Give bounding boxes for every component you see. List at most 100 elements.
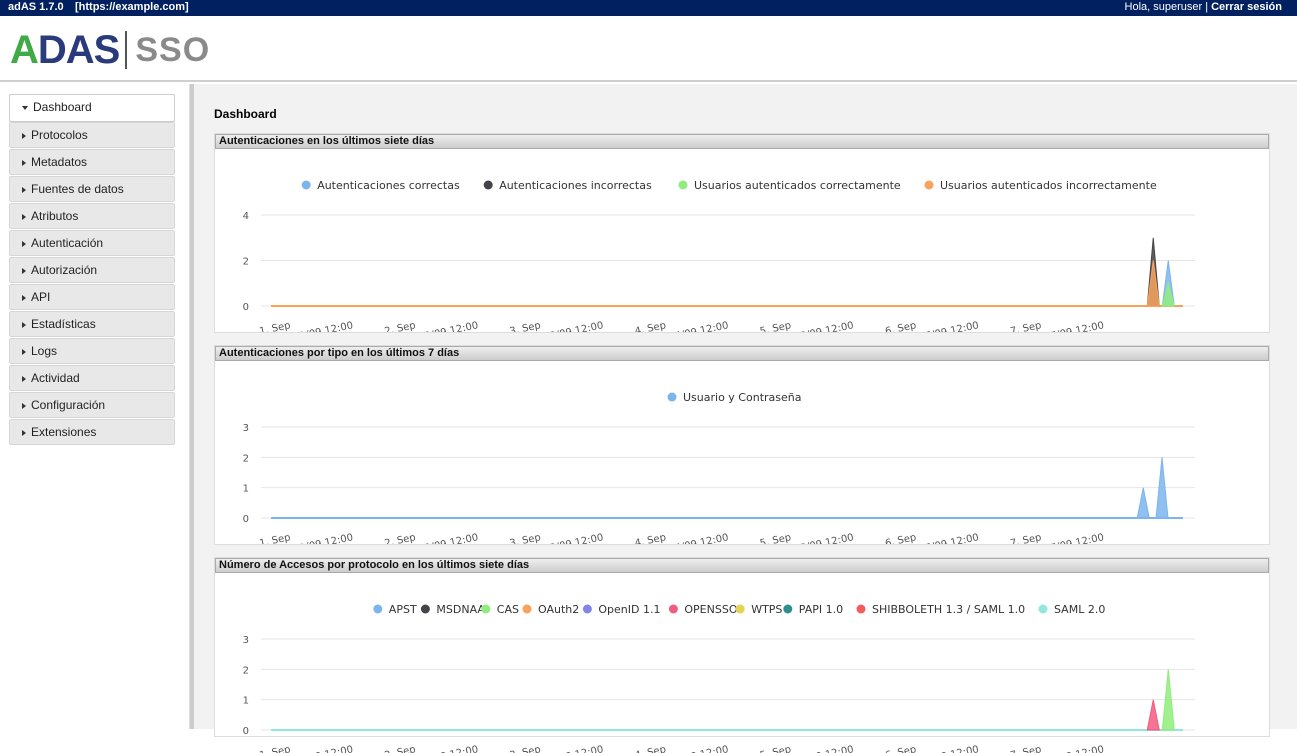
- chart-auth-by-type: 0 1 2 3 Usuario y Contraseña 1. Sep 1/09 12:00…: [243, 387, 1195, 544]
- legend-item[interactable]: WTPS: [751, 603, 782, 616]
- x-tick-label: 1. Sep: [258, 744, 291, 753]
- site-url: [https://example.com]: [75, 1, 189, 13]
- x-tick-label: 7/09 12:00: [1050, 532, 1106, 544]
- sidebar-item-label: Metadatos: [31, 155, 88, 169]
- sidebar-item-actividad[interactable]: Actividad: [9, 365, 175, 391]
- logout-link[interactable]: Cerrar sesión: [1211, 1, 1282, 13]
- x-tick-label: 7/09 12:00: [1050, 320, 1106, 332]
- sidebar-item-autorizacion[interactable]: Autorización: [9, 257, 175, 283]
- sidebar-item-label: Fuentes de datos: [31, 182, 124, 196]
- x-tick-label: 2. Sep: [384, 320, 417, 332]
- legend-item[interactable]: MSDNAA: [436, 603, 485, 616]
- sidebar-item-label: Estadísticas: [31, 317, 96, 331]
- x-tick-label: 1/09 12:00: [299, 532, 355, 544]
- x-tick-label: 7. Sep: [1009, 744, 1042, 753]
- x-tick-label: 5/09 12:00: [799, 744, 855, 753]
- x-tick-label: 2/09 12:00: [424, 744, 480, 753]
- chart-access-by-protocol: 0 1 2 3 APST MSDNAA CAS OAuth2 OpenID 1.1 OPENSSO…: [243, 599, 1195, 753]
- legend-item[interactable]: PAPI 1.0: [799, 603, 843, 616]
- x-tick-label: 4. Sep: [634, 532, 667, 544]
- sidebar-item-atributos[interactable]: Atributos: [9, 203, 175, 229]
- legend-marker: [678, 180, 688, 190]
- legend-item[interactable]: OPENSSO: [684, 603, 737, 616]
- caret-right-icon: [22, 159, 26, 166]
- x-tick-label: 3/09 12:00: [549, 320, 605, 332]
- caret-right-icon: [22, 132, 26, 139]
- legend: APST MSDNAA CAS OAuth2 OpenID 1.1 OPENSSO WTPS…: [360, 599, 1116, 619]
- logo-adas: ADAS: [10, 28, 120, 72]
- user-area: Hola, superuser | Cerrar sesión: [1125, 1, 1282, 13]
- user-separator: |: [1205, 1, 1209, 13]
- y-tick-label: 0: [243, 302, 249, 313]
- x-tick-label: 6. Sep: [884, 320, 917, 332]
- x-tick-label: 3/09 12:00: [549, 532, 605, 544]
- panel-title: Número de Accesos por protocolo en los ú…: [215, 558, 1269, 573]
- sidebar-item-protocolos[interactable]: Protocolos: [9, 122, 175, 148]
- area-peak: [1146, 699, 1160, 731]
- sidebar-item-label: Configuración: [31, 398, 106, 412]
- x-tick-label: 3. Sep: [509, 744, 542, 753]
- sidebar-item-logs[interactable]: Logs: [9, 338, 175, 364]
- y-tick-label: 1: [243, 696, 249, 707]
- sidebar-item-label: Extensiones: [31, 425, 97, 439]
- panel-auth-seven-days: Autenticaciones en los últimos siete día…: [214, 133, 1270, 333]
- legend-marker: [667, 392, 677, 402]
- x-tick-label: 6/09 12:00: [924, 744, 980, 753]
- logo-divider: [125, 31, 128, 69]
- y-tick-label: 4: [243, 211, 249, 222]
- y-tick-label: 2: [243, 257, 249, 268]
- x-tick-label: 1/09 12:00: [299, 744, 355, 753]
- sidebar-item-estadisticas[interactable]: Estadísticas: [9, 311, 175, 337]
- caret-right-icon: [22, 186, 26, 193]
- x-tick-label: 4/09 12:00: [674, 532, 730, 544]
- y-tick-label: 1: [243, 484, 249, 495]
- x-tick-label: 4/09 12:00: [674, 320, 730, 332]
- x-tick-label: 4/09 12:00: [674, 744, 730, 753]
- legend-item[interactable]: APST: [389, 603, 417, 616]
- legend-item[interactable]: SAML 2.0: [1054, 603, 1105, 616]
- x-tick-label: 7. Sep: [1009, 532, 1042, 544]
- sidebar-item-configuracion[interactable]: Configuración: [9, 392, 175, 418]
- legend-item[interactable]: Usuario y Contraseña: [683, 391, 801, 404]
- sidebar-item-extensiones[interactable]: Extensiones: [9, 419, 175, 445]
- legend-item[interactable]: CAS: [497, 603, 519, 616]
- legend-item[interactable]: Usuarios autenticados correctamente: [694, 179, 901, 192]
- sidebar-item-label: API: [31, 290, 51, 304]
- caret-right-icon: [22, 213, 26, 220]
- y-tick-label: 3: [243, 635, 249, 646]
- logo-sso: SSO: [135, 31, 211, 69]
- x-tick-label: 5. Sep: [759, 744, 792, 753]
- top-bar: adAS 1.7.0 [https://example.com] Hola, s…: [0, 0, 1297, 16]
- legend-marker: [373, 604, 383, 614]
- legend-marker: [481, 604, 491, 614]
- x-tick-label: 4. Sep: [634, 744, 667, 753]
- sidebar-item-metadatos[interactable]: Metadatos: [9, 149, 175, 175]
- sidebar-item-label: Atributos: [31, 209, 79, 223]
- x-tick-label: 2/09 12:00: [424, 532, 480, 544]
- caret-right-icon: [22, 402, 26, 409]
- panel-title: Autenticaciones en los últimos siete día…: [215, 134, 1269, 149]
- sidebar-item-label: Logs: [31, 344, 58, 358]
- user-greeting: Hola, superuser: [1124, 1, 1203, 13]
- legend-marker: [483, 180, 493, 190]
- header: ADAS SSO: [0, 16, 1297, 82]
- legend-item[interactable]: OpenID 1.1: [598, 603, 660, 616]
- x-tick-label: 3. Sep: [509, 532, 542, 544]
- x-tick-label: 2. Sep: [384, 532, 417, 544]
- panel-access-by-protocol: Número de Accesos por protocolo en los ú…: [214, 557, 1270, 753]
- sidebar-item-dashboard[interactable]: Dashboard: [9, 94, 175, 122]
- x-tick-label: 2. Sep: [384, 744, 417, 753]
- legend-item[interactable]: Autenticaciones correctas: [317, 179, 460, 192]
- legend-item[interactable]: Usuarios autenticados incorrectamente: [940, 179, 1157, 192]
- sidebar-item-fuentes-de-datos[interactable]: Fuentes de datos: [9, 176, 175, 202]
- legend-item[interactable]: SHIBBOLETH 1.3 / SAML 1.0: [872, 603, 1025, 616]
- legend-item[interactable]: Autenticaciones incorrectas: [499, 179, 652, 192]
- sidebar-item-autenticacion[interactable]: Autenticación: [9, 230, 175, 256]
- sidebar-item-api[interactable]: API: [9, 284, 175, 310]
- page-title: Dashboard: [214, 107, 277, 121]
- caret-right-icon: [22, 429, 26, 436]
- legend: Usuario y Contraseña: [655, 387, 821, 407]
- x-tick-label: 1. Sep: [258, 532, 291, 544]
- legend-item[interactable]: OAuth2: [538, 603, 579, 616]
- x-tick-label: 7. Sep: [1009, 320, 1042, 332]
